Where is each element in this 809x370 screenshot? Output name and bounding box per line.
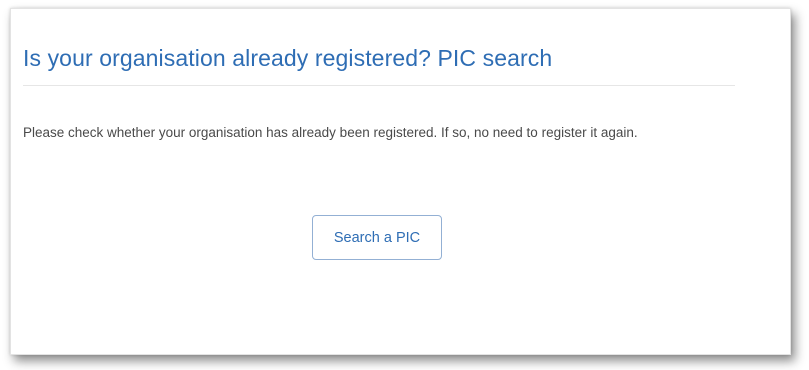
search-pic-button[interactable]: Search a PIC — [312, 215, 442, 260]
title-divider — [23, 85, 735, 86]
pic-search-card: Is your organisation already registered?… — [10, 8, 791, 355]
section-description: Please check whether your organisation h… — [23, 125, 638, 140]
section-title: Is your organisation already registered?… — [23, 45, 553, 71]
